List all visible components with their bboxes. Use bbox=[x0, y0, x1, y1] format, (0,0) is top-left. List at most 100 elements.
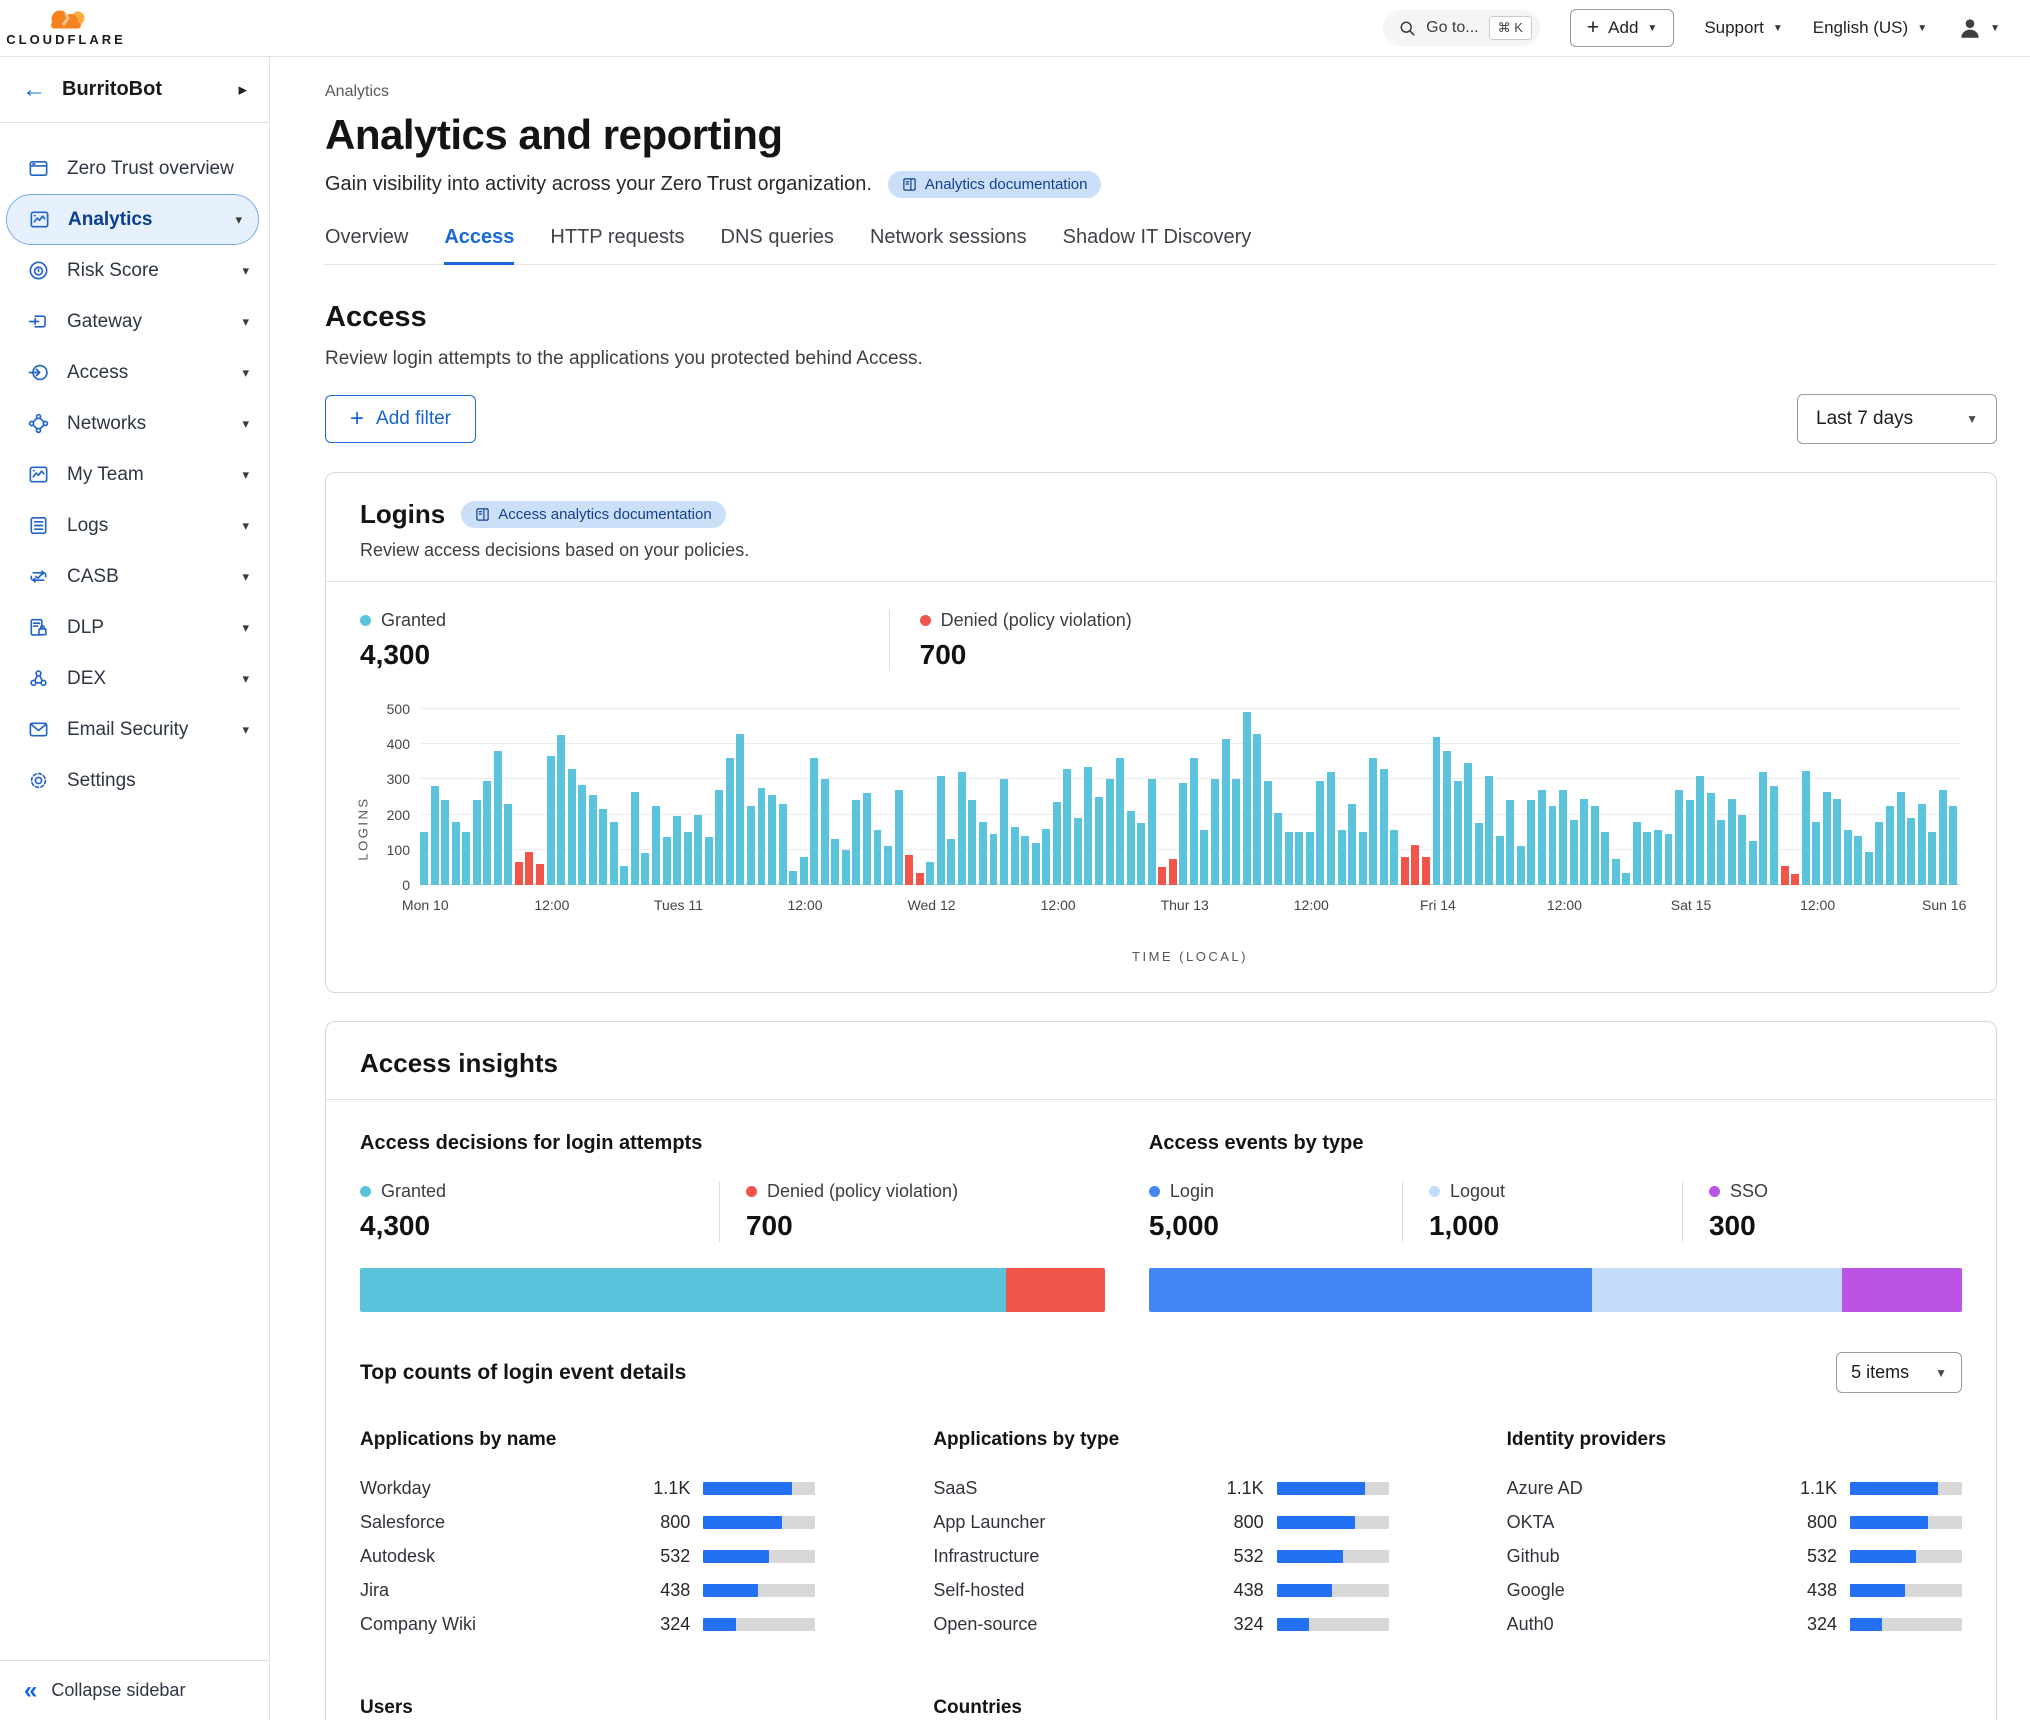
sidebar-item-logs[interactable]: Logs▾ bbox=[0, 500, 269, 551]
bar bbox=[1243, 712, 1251, 885]
sidebar-item-analytics[interactable]: Analytics▾ bbox=[6, 194, 259, 245]
bar bbox=[1359, 832, 1367, 885]
analytics-icon bbox=[28, 208, 51, 231]
back-arrow-icon[interactable]: ← bbox=[22, 76, 46, 104]
list-item-value: 532 bbox=[1208, 1546, 1264, 1567]
legend-dot bbox=[920, 615, 931, 626]
list-item-value: 1.1K bbox=[634, 1478, 690, 1499]
sidebar-item-gateway[interactable]: Gateway▾ bbox=[0, 296, 269, 347]
x-axis-tick: 12:00 bbox=[1294, 897, 1329, 913]
tab-shadow-it-discovery[interactable]: Shadow IT Discovery bbox=[1063, 226, 1252, 264]
chevron-down-icon: ▾ bbox=[242, 620, 249, 636]
bar bbox=[652, 806, 660, 885]
bars bbox=[420, 693, 1960, 885]
list-item-label: Open-source bbox=[933, 1614, 1194, 1635]
bar bbox=[568, 769, 576, 885]
logs-icon bbox=[27, 514, 50, 537]
list-item-value: 532 bbox=[634, 1546, 690, 1567]
progress-track bbox=[1850, 1550, 1962, 1563]
tab-network-sessions[interactable]: Network sessions bbox=[870, 226, 1027, 264]
bar bbox=[1464, 763, 1472, 885]
sidebar-item-label: Settings bbox=[67, 770, 249, 792]
stat-logout: Logout1,000 bbox=[1402, 1181, 1682, 1242]
list-item: Github532 bbox=[1507, 1539, 1962, 1573]
account-name: BurritoBot bbox=[62, 78, 222, 101]
search-shortcut-badge: ⌘ K bbox=[1489, 16, 1532, 40]
access-analytics-documentation-link[interactable]: Access analytics documentation bbox=[461, 501, 725, 528]
bar bbox=[1527, 800, 1535, 885]
list-item: Company Wiki324 bbox=[360, 1607, 815, 1641]
bar bbox=[694, 815, 702, 885]
x-axis-tick: 12:00 bbox=[1041, 897, 1076, 913]
my-team-icon bbox=[27, 463, 50, 486]
language-menu[interactable]: English (US) ▼ bbox=[1813, 18, 1927, 38]
sidebar-item-networks[interactable]: Networks▾ bbox=[0, 398, 269, 449]
list-item-label: Infrastructure bbox=[933, 1546, 1194, 1567]
bar bbox=[620, 866, 628, 885]
sidebar-item-risk-score[interactable]: Risk Score▾ bbox=[0, 245, 269, 296]
tab-dns-queries[interactable]: DNS queries bbox=[721, 226, 834, 264]
date-range-select[interactable]: Last 7 days ▼ bbox=[1797, 394, 1997, 444]
sidebar-item-access[interactable]: Access▾ bbox=[0, 347, 269, 398]
progress-track bbox=[1850, 1584, 1962, 1597]
sidebar-item-my-team[interactable]: My Team▾ bbox=[0, 449, 269, 500]
bar bbox=[1000, 779, 1008, 885]
bar bbox=[1295, 832, 1303, 885]
tab-overview[interactable]: Overview bbox=[325, 226, 408, 264]
chevron-down-icon: ▾ bbox=[242, 365, 249, 381]
list-title: Applications by type bbox=[933, 1429, 1388, 1451]
bar bbox=[736, 734, 744, 885]
casb-icon bbox=[27, 565, 50, 588]
chevron-down-icon: ▾ bbox=[242, 314, 249, 330]
expand-account-icon[interactable]: ▸ bbox=[238, 80, 247, 100]
bar bbox=[1137, 823, 1145, 885]
add-filter-button[interactable]: + Add filter bbox=[325, 395, 476, 443]
bar bbox=[1032, 843, 1040, 885]
top-bar: CLOUDFLARE Go to... ⌘ K + Add ▼ Support … bbox=[0, 0, 2030, 57]
bar bbox=[916, 873, 924, 885]
user-menu[interactable]: ▼ bbox=[1957, 15, 2000, 41]
bar bbox=[810, 758, 818, 885]
bar bbox=[589, 795, 597, 885]
sidebar-item-email-security[interactable]: Email Security▾ bbox=[0, 704, 269, 755]
bar bbox=[1538, 790, 1546, 885]
list-item-value: 800 bbox=[634, 1512, 690, 1533]
tab-http-requests[interactable]: HTTP requests bbox=[550, 226, 684, 264]
add-button[interactable]: + Add ▼ bbox=[1570, 9, 1674, 47]
bar bbox=[599, 809, 607, 885]
global-search[interactable]: Go to... ⌘ K bbox=[1383, 10, 1540, 46]
items-count-select[interactable]: 5 items ▼ bbox=[1836, 1352, 1962, 1393]
bar bbox=[1812, 822, 1820, 885]
sidebar-item-dlp[interactable]: DLP▾ bbox=[0, 602, 269, 653]
x-axis-tick: 12:00 bbox=[534, 897, 569, 913]
collapse-sidebar-button[interactable]: « Collapse sidebar bbox=[0, 1660, 269, 1720]
bar bbox=[1327, 772, 1335, 885]
search-icon bbox=[1399, 20, 1416, 37]
tab-access[interactable]: Access bbox=[444, 226, 514, 265]
sidebar-item-zero-trust-overview[interactable]: Zero Trust overview bbox=[0, 143, 269, 194]
bar bbox=[578, 785, 586, 885]
x-axis-tick: Wed 12 bbox=[908, 897, 956, 913]
bar bbox=[504, 804, 512, 885]
list-item-value: 438 bbox=[1208, 1580, 1264, 1601]
sidebar-item-settings[interactable]: Settings bbox=[0, 755, 269, 806]
list-item-value: 532 bbox=[1781, 1546, 1837, 1567]
analytics-documentation-link[interactable]: Analytics documentation bbox=[888, 171, 1102, 198]
bar bbox=[1949, 806, 1957, 885]
gateway-icon bbox=[27, 310, 50, 333]
bar bbox=[1338, 830, 1346, 885]
bar bbox=[1802, 771, 1810, 885]
bar bbox=[1643, 832, 1651, 885]
bar bbox=[990, 834, 998, 885]
stat-denied-policy-violation-: Denied (policy violation)700 bbox=[719, 1181, 1105, 1242]
chevron-down-icon: ▾ bbox=[242, 518, 249, 534]
bar bbox=[452, 822, 460, 885]
cloudflare-logo[interactable]: CLOUDFLARE bbox=[18, 9, 114, 47]
sidebar-item-casb[interactable]: CASB▾ bbox=[0, 551, 269, 602]
bar bbox=[1517, 846, 1525, 885]
support-menu[interactable]: Support ▼ bbox=[1704, 18, 1782, 38]
stat-sso: SSO300 bbox=[1682, 1181, 1962, 1242]
bar bbox=[1759, 772, 1767, 885]
sidebar-item-dex[interactable]: DEX▾ bbox=[0, 653, 269, 704]
top-counts-section: Top counts of login event details 5 item… bbox=[326, 1326, 1996, 1720]
